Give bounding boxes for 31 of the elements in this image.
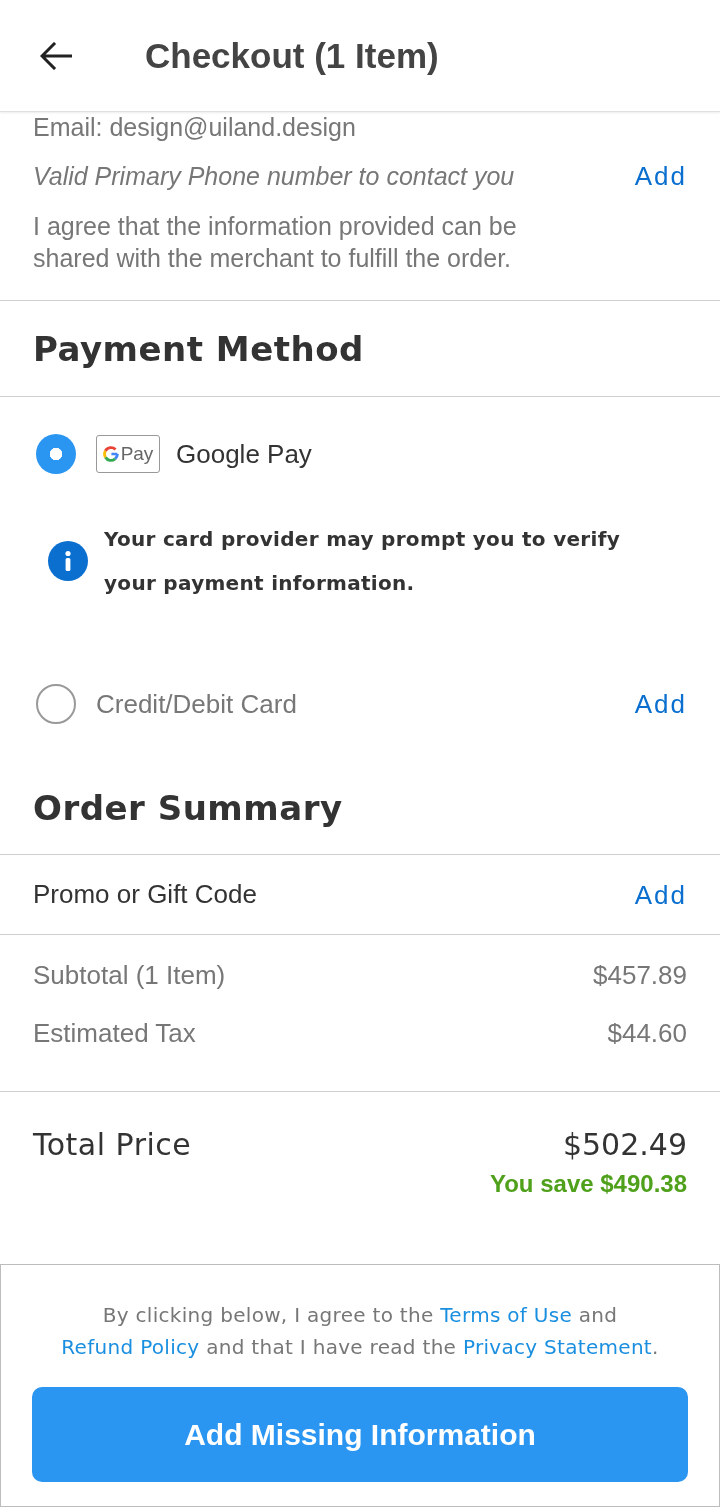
consent-text: I agree that the information provided can be shared with the merchant to fulfill the order. bbox=[33, 211, 518, 274]
total-label: Total Price bbox=[33, 1126, 192, 1164]
add-card-link[interactable]: Add bbox=[634, 688, 687, 720]
payment-option-label[interactable]: Credit/Debit Card bbox=[96, 688, 297, 720]
info-icon bbox=[48, 541, 88, 581]
page-title: Checkout (1 Item) bbox=[145, 34, 439, 77]
email-text: Email: design@uiland.design bbox=[33, 112, 357, 142]
policy-link[interactable]: Refund Policy bbox=[61, 1335, 200, 1359]
line-label: Subtotal (1 Item) bbox=[33, 959, 226, 991]
phone-prompt: Valid Primary Phone number to contact you bbox=[33, 161, 515, 191]
back-arrow-icon[interactable] bbox=[40, 41, 72, 70]
payment-option-label[interactable]: Google Pay bbox=[176, 438, 312, 470]
add-phone-link[interactable]: Add bbox=[634, 160, 687, 192]
section-heading: Order Summary bbox=[33, 786, 343, 830]
add-missing-information-button[interactable]: Add Missing Information bbox=[32, 1387, 688, 1482]
g-letter-icon bbox=[102, 446, 119, 462]
line-amount: $457.89 bbox=[593, 959, 687, 991]
logo-text: Pay bbox=[120, 443, 154, 465]
add-promo-link[interactable]: Add bbox=[634, 878, 687, 911]
policy-link[interactable]: Terms of Use bbox=[440, 1303, 573, 1327]
policy-link[interactable]: Privacy Statement bbox=[462, 1335, 652, 1359]
savings-text: You save $490.38 bbox=[489, 1169, 687, 1199]
line-amount: $44.60 bbox=[607, 1017, 687, 1049]
promo-label: Promo or Gift Code bbox=[33, 879, 257, 910]
line-label: Estimated Tax bbox=[33, 1017, 196, 1049]
section-heading: Payment Method bbox=[33, 327, 364, 371]
notice-text: Your card provider may prompt you to verify your payment information. bbox=[104, 526, 621, 597]
total-amount: $502.49 bbox=[562, 1126, 687, 1164]
legal-text: By clicking below, I agree to the Terms of Use and Refund Policy and that I have read the Privacy Statement. bbox=[60, 1302, 660, 1361]
radio-button[interactable] bbox=[36, 434, 76, 474]
radio-button[interactable] bbox=[36, 684, 76, 724]
